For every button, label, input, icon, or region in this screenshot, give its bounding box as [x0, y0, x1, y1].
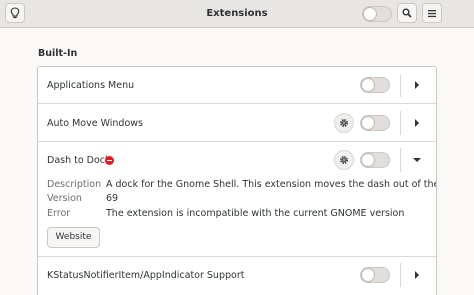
extension-toggle[interactable]: [360, 77, 390, 93]
divider: [400, 263, 401, 287]
error-label: Error: [47, 208, 71, 219]
website-button[interactable]: Website: [47, 227, 100, 248]
expand-button[interactable]: [410, 268, 424, 282]
extensions-global-toggle[interactable]: [362, 6, 392, 22]
extension-toggle[interactable]: [360, 267, 390, 283]
expand-button[interactable]: [410, 78, 424, 92]
divider: [400, 74, 401, 97]
version-value: 69: [106, 193, 119, 204]
divider: [400, 111, 401, 135]
extension-name: Dash to Dock: [47, 155, 111, 166]
toggle-knob: [363, 7, 377, 21]
settings-button[interactable]: [334, 150, 354, 170]
menu-button[interactable]: [422, 3, 442, 23]
extension-row-applications-menu[interactable]: Applications Menu: [38, 67, 436, 104]
extension-toggle[interactable]: [360, 152, 390, 168]
extension-name: Applications Menu: [47, 80, 135, 91]
extension-toggle[interactable]: [360, 115, 390, 131]
description-value: A dock for the Gnome Shell. This extensi…: [106, 179, 436, 190]
lightbulb-button[interactable]: [5, 3, 25, 23]
section-title: Built-In: [38, 48, 78, 59]
extensions-list: Applications Menu Auto Move Windows Dash…: [37, 66, 437, 295]
chevron-down-icon: [413, 158, 421, 162]
settings-button[interactable]: [334, 113, 354, 133]
extension-row-auto-move-windows[interactable]: Auto Move Windows: [38, 104, 436, 142]
expand-button[interactable]: [410, 116, 424, 130]
extension-row-kstatusnotifieritem[interactable]: KStatusNotifierItem/AppIndicator Support: [38, 257, 436, 295]
extension-name: Auto Move Windows: [47, 118, 143, 129]
error-value: The extension is incompatible with the c…: [106, 208, 405, 219]
lightbulb-icon: [10, 7, 20, 19]
search-button[interactable]: [397, 3, 417, 23]
hamburger-menu-icon: [428, 9, 436, 17]
gear-icon: [340, 156, 348, 164]
toggle-knob: [361, 153, 375, 167]
chevron-right-icon: [415, 271, 419, 279]
description-label: Description: [47, 179, 102, 190]
gear-icon: [340, 119, 348, 127]
header-bar: Extensions: [0, 0, 474, 28]
extension-row-dash-to-dock[interactable]: Dash to Dock Description A dock for the …: [38, 142, 436, 257]
toggle-knob: [361, 116, 375, 130]
collapse-button[interactable]: [410, 153, 424, 167]
chevron-right-icon: [415, 119, 419, 127]
divider: [400, 148, 401, 172]
search-icon: [402, 8, 412, 18]
toggle-knob: [361, 78, 375, 92]
error-icon: [105, 156, 114, 165]
extension-name: KStatusNotifierItem/AppIndicator Support: [47, 270, 245, 281]
version-label: Version: [47, 193, 82, 204]
toggle-knob: [361, 268, 375, 282]
chevron-right-icon: [415, 81, 419, 89]
